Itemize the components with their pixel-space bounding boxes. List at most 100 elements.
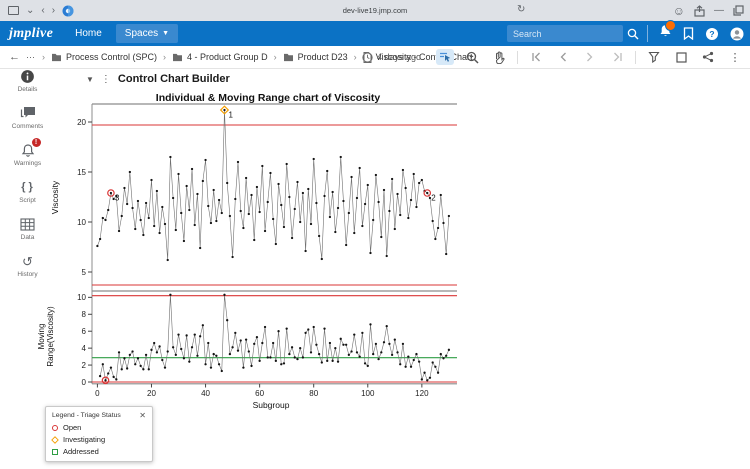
svg-text:Moving: Moving [37, 324, 46, 350]
last-updated: 4 days ago [362, 52, 421, 63]
last-page-button[interactable] [608, 49, 626, 65]
history-icon: ↺ [22, 255, 33, 268]
svg-text:2: 2 [82, 361, 87, 370]
share-button[interactable] [699, 49, 717, 65]
svg-text:6: 6 [82, 327, 87, 336]
svg-text:Range(Viscosity): Range(Viscosity) [46, 306, 55, 367]
kebab-icon: ⋮ [730, 51, 741, 64]
svg-text:40: 40 [201, 389, 210, 398]
breadcrumb-label: 4 - Product Group D [187, 52, 268, 62]
svg-text:20: 20 [77, 118, 86, 127]
svg-text:0: 0 [95, 389, 100, 398]
more-button[interactable]: ⋮ [726, 49, 744, 65]
timestamp-label: 4 days ago [377, 52, 421, 62]
addressed-swatch [52, 449, 58, 455]
svg-text:10: 10 [77, 218, 86, 227]
divider [517, 51, 518, 64]
back-arrow-icon[interactable]: ← [9, 51, 20, 63]
svg-text:20: 20 [147, 389, 156, 398]
notifications-button[interactable] [659, 24, 672, 43]
svg-text:Subgroup: Subgroup [253, 400, 290, 410]
legend-label: Open [63, 423, 81, 432]
svg-text:3: 3 [115, 194, 120, 203]
sidebar-label: Details [18, 86, 38, 93]
report-title: Control Chart Builder [118, 73, 230, 85]
breadcrumb-separator: › [163, 52, 166, 62]
bookmark-button[interactable] [683, 27, 694, 40]
breadcrumb-label: Product D23 [298, 52, 348, 62]
svg-text:Individual & Moving Range char: Individual & Moving Range chart of Visco… [156, 92, 381, 104]
share-page-icon[interactable] [694, 5, 705, 17]
share-icon [702, 51, 714, 63]
svg-text:5: 5 [82, 268, 87, 277]
breadcrumb-label: Process Control (SPC) [66, 52, 157, 62]
tabs-icon[interactable] [733, 5, 744, 16]
jmplive-logo[interactable]: jmplive [9, 26, 53, 42]
svg-text:0: 0 [82, 378, 87, 387]
breadcrumb-separator: › [354, 52, 357, 62]
data-filter-button[interactable] [645, 49, 663, 65]
legend-label: Investigating [63, 435, 105, 444]
investigating-swatch [51, 436, 59, 444]
breadcrumb-item-product[interactable]: Product D23 [283, 52, 348, 62]
breadcrumb-overflow[interactable]: ⋯ [26, 52, 36, 63]
pointer-tool-button[interactable] [436, 49, 454, 65]
fullscreen-icon [676, 52, 687, 63]
svg-text:2: 2 [431, 194, 436, 203]
control-chart[interactable]: Individual & Moving Range chart of Visco… [36, 92, 466, 414]
sidebar-label: Script [19, 197, 36, 204]
help-button[interactable]: ? [705, 27, 719, 41]
hand-icon [493, 51, 505, 64]
clock-icon [362, 52, 373, 63]
breadcrumb-separator: › [274, 52, 277, 62]
zoom-in-button[interactable] [463, 49, 481, 65]
svg-text:Viscosity: Viscosity [50, 180, 60, 214]
prev-page-button[interactable] [554, 49, 572, 65]
chevron-left-icon [559, 52, 567, 62]
first-page-button[interactable] [527, 49, 545, 65]
page-title: dev-live19.jmp.com [0, 6, 750, 15]
legend-item-open[interactable]: Open [52, 423, 146, 432]
legend-item-investigating[interactable]: Investigating [52, 435, 146, 444]
fullscreen-button[interactable] [672, 49, 690, 65]
breadcrumb-item-spc[interactable]: Process Control (SPC) [51, 52, 157, 62]
last-page-icon [612, 52, 623, 62]
app-navbar: jmplive Home Spaces ▼ [0, 21, 750, 46]
avatar[interactable] [730, 27, 744, 41]
pan-button[interactable] [490, 49, 508, 65]
chevron-right-icon [586, 52, 594, 62]
sidebar-label: History [17, 271, 37, 278]
pointer-tool-icon [439, 51, 452, 63]
svg-text:?: ? [709, 29, 714, 39]
search-icon[interactable] [627, 28, 639, 40]
open-swatch [52, 425, 58, 431]
report-menu-icon[interactable]: ⋮ [101, 74, 111, 85]
legend-title: Legend - Triage Status [52, 412, 121, 419]
nav-spaces[interactable]: Spaces ▼ [116, 24, 178, 43]
legend-item-addressed[interactable]: Addressed [52, 447, 146, 456]
chevron-down-icon: ▼ [162, 30, 169, 37]
funnel-icon [648, 51, 660, 63]
svg-text:8: 8 [82, 310, 87, 319]
collapse-caret-icon[interactable]: ▼ [86, 75, 94, 84]
svg-text:60: 60 [255, 389, 264, 398]
report-header: ▼ ⋮ Control Chart Builder [86, 73, 230, 85]
close-icon[interactable]: ✕ [139, 411, 146, 420]
nav-spaces-label: Spaces [125, 28, 158, 39]
sidebar-item-details[interactable]: Details [0, 68, 55, 93]
svg-text:100: 100 [361, 389, 375, 398]
search-input[interactable] [507, 25, 623, 42]
triage-legend[interactable]: Legend - Triage Status ✕ Open Investigat… [45, 406, 153, 462]
next-page-button[interactable] [581, 49, 599, 65]
svg-text:1: 1 [228, 111, 233, 120]
nav-home[interactable]: Home [69, 25, 108, 42]
svg-text:4: 4 [82, 344, 87, 353]
comments-icon [20, 106, 36, 120]
svg-text:80: 80 [309, 389, 318, 398]
info-icon [20, 69, 35, 84]
minimize-icon[interactable]: — [714, 6, 724, 16]
breadcrumb-item-group[interactable]: 4 - Product Group D [172, 52, 268, 62]
profile-icon[interactable]: ☺ [673, 5, 685, 17]
reload-icon[interactable]: ↻ [517, 4, 525, 15]
legend-label: Addressed [63, 447, 99, 456]
